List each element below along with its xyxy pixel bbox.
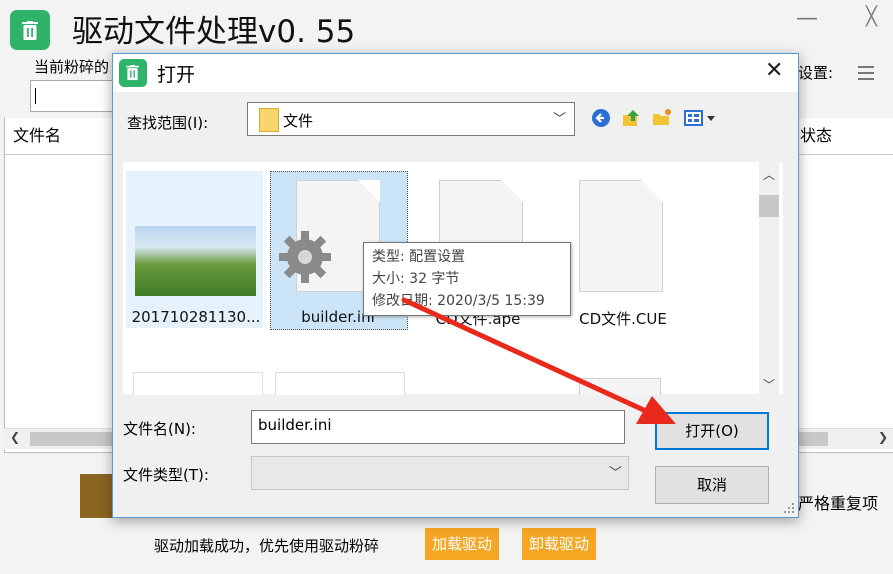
annotation-arrow (401, 297, 676, 424)
